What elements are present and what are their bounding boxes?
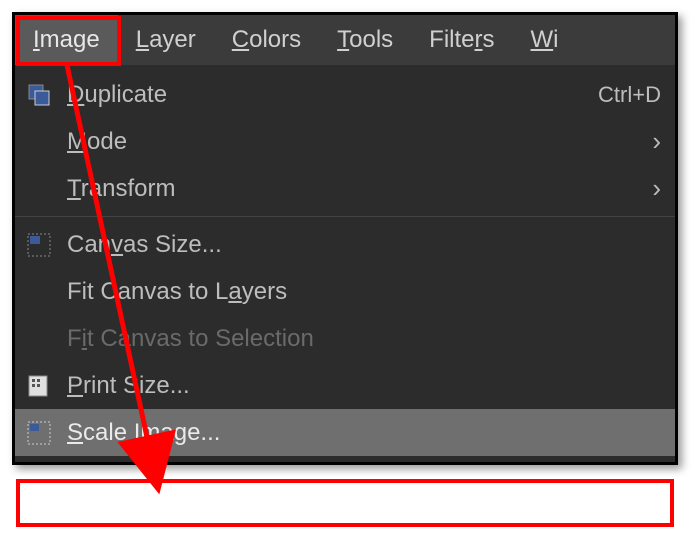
blank-icon	[25, 128, 53, 156]
scale-image-icon	[25, 419, 53, 447]
blank-icon	[25, 278, 53, 306]
submenu-arrow-icon: ›	[652, 173, 661, 204]
menu-label: Fit Canvas to Layers	[67, 278, 661, 306]
image-menu-dropdown: Duplicate Ctrl+D Mode › Transform › Canv…	[15, 65, 675, 462]
blank-icon	[25, 175, 53, 203]
blank-icon	[25, 325, 53, 353]
menu-label: Transform	[67, 175, 632, 203]
menubar-layer[interactable]: Layer	[118, 15, 214, 65]
menu-scale-image[interactable]: Scale Image...	[15, 409, 675, 456]
menubar: Image Layer Colors Tools Filters Wi	[15, 15, 675, 65]
menu-label: Mode	[67, 128, 632, 156]
annotation-highlight-box	[16, 479, 674, 527]
menu-transform[interactable]: Transform ›	[15, 165, 675, 212]
menu-separator	[15, 216, 675, 217]
submenu-arrow-icon: ›	[652, 126, 661, 157]
menubar-windows[interactable]: Wi	[513, 15, 577, 65]
menu-canvas-size[interactable]: Canvas Size...	[15, 221, 675, 268]
menu-label: Scale Image...	[67, 419, 661, 447]
menu-fit-canvas-selection: Fit Canvas to Selection	[15, 315, 675, 362]
menubar-tools[interactable]: Tools	[319, 15, 411, 65]
menu-mode[interactable]: Mode ›	[15, 118, 675, 165]
menu-label: Duplicate	[67, 81, 578, 109]
menubar-filters[interactable]: Filters	[411, 15, 512, 65]
menu-print-size[interactable]: Print Size...	[15, 362, 675, 409]
menu-label: Canvas Size...	[67, 231, 661, 259]
menubar-colors[interactable]: Colors	[214, 15, 319, 65]
menu-shortcut: Ctrl+D	[598, 82, 661, 108]
menu-label: Fit Canvas to Selection	[67, 325, 661, 353]
duplicate-icon	[25, 81, 53, 109]
menu-fit-canvas-layers[interactable]: Fit Canvas to Layers	[15, 268, 675, 315]
print-size-icon	[25, 372, 53, 400]
menubar-image[interactable]: Image	[15, 15, 118, 65]
canvas-size-icon	[25, 231, 53, 259]
app-window: Image Layer Colors Tools Filters Wi Dupl…	[12, 12, 678, 465]
menu-label: Print Size...	[67, 372, 661, 400]
menu-duplicate[interactable]: Duplicate Ctrl+D	[15, 71, 675, 118]
